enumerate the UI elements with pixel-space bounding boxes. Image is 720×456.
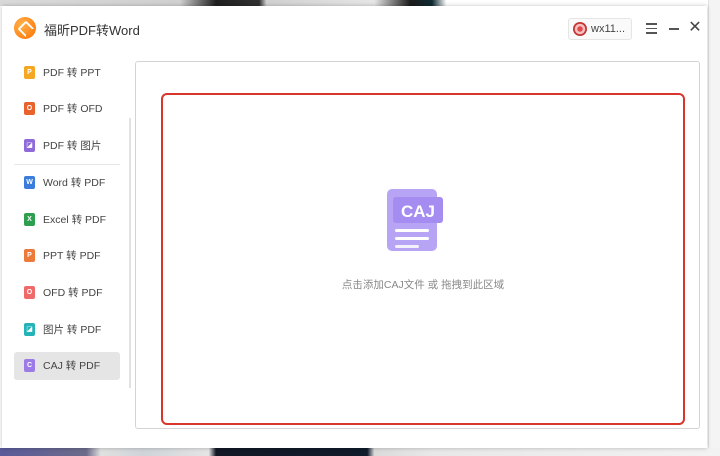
minimize-icon[interactable]	[666, 20, 682, 36]
desktop-background-bottom	[0, 448, 720, 456]
user-avatar-icon	[573, 22, 587, 36]
close-icon[interactable]: ✕	[687, 20, 703, 36]
app-title: 福昕PDF转Word	[44, 23, 140, 38]
sidebar-item-word-to-pdf[interactable]: W Word 转 PDF	[14, 169, 120, 197]
user-account-button[interactable]: wx11...	[568, 18, 633, 40]
sidebar-item-label: CAJ 转 PDF	[43, 360, 101, 373]
sidebar-item-label: PDF 转 图片	[43, 139, 102, 152]
sidebar-item-pdf-to-ofd[interactable]: O PDF 转 OFD	[14, 95, 120, 123]
sidebar-item-caj-to-pdf[interactable]: C CAJ 转 PDF	[14, 351, 120, 380]
sidebar-item-image-to-pdf[interactable]: ◪ 图片 转 PDF	[14, 315, 120, 343]
sidebar-scrollbar[interactable]	[129, 118, 131, 388]
sidebar-separator	[14, 163, 120, 165]
image-to-pdf-icon: ◪	[24, 322, 35, 336]
sidebar-item-label: PDF 转 PPT	[43, 66, 101, 79]
title-bar[interactable]: 福昕PDF转Word wx11... ✕	[2, 6, 707, 50]
app-logo-icon	[14, 17, 36, 39]
sidebar-item-label: PPT 转 PDF	[43, 250, 101, 263]
sidebar-item-label: 图片 转 PDF	[43, 323, 102, 336]
sidebar-item-ofd-to-pdf[interactable]: O OFD 转 PDF	[14, 279, 120, 307]
sidebar-item-label: Excel 转 PDF	[43, 213, 107, 226]
desktop-background-right	[708, 0, 720, 456]
sidebar-item-excel-to-pdf[interactable]: X Excel 转 PDF	[14, 205, 120, 233]
ppt-to-pdf-icon: P	[24, 249, 35, 263]
caj-file-icon: CAJ	[387, 189, 443, 251]
sidebar-item-label: Word 转 PDF	[43, 177, 106, 190]
sidebar-item-ppt-to-pdf[interactable]: P PPT 转 PDF	[14, 242, 120, 270]
caj-icon-label: CAJ	[401, 202, 435, 221]
caj-to-pdf-icon: C	[24, 359, 35, 373]
file-drop-zone[interactable]	[161, 93, 685, 425]
user-name: wx11...	[591, 23, 626, 35]
pdf-to-ofd-icon: O	[24, 102, 35, 116]
word-to-pdf-icon: W	[24, 176, 35, 190]
excel-to-pdf-icon: X	[24, 212, 35, 226]
pdf-to-ppt-icon: P	[24, 65, 35, 79]
menu-icon[interactable]	[643, 20, 659, 36]
ofd-to-pdf-icon: O	[24, 286, 35, 300]
pdf-to-image-icon: ◪	[24, 138, 35, 152]
sidebar-item-label: PDF 转 OFD	[43, 103, 103, 116]
sidebar-nav: P PDF 转 PPT O PDF 转 OFD ◪ PDF 转 图片 W Word 转 PDF…	[14, 58, 120, 388]
sidebar-item-pdf-to-ppt[interactable]: P PDF 转 PPT	[14, 58, 120, 86]
sidebar-item-pdf-to-image[interactable]: ◪ PDF 转 图片	[14, 131, 120, 159]
sidebar-item-label: OFD 转 PDF	[43, 287, 103, 300]
